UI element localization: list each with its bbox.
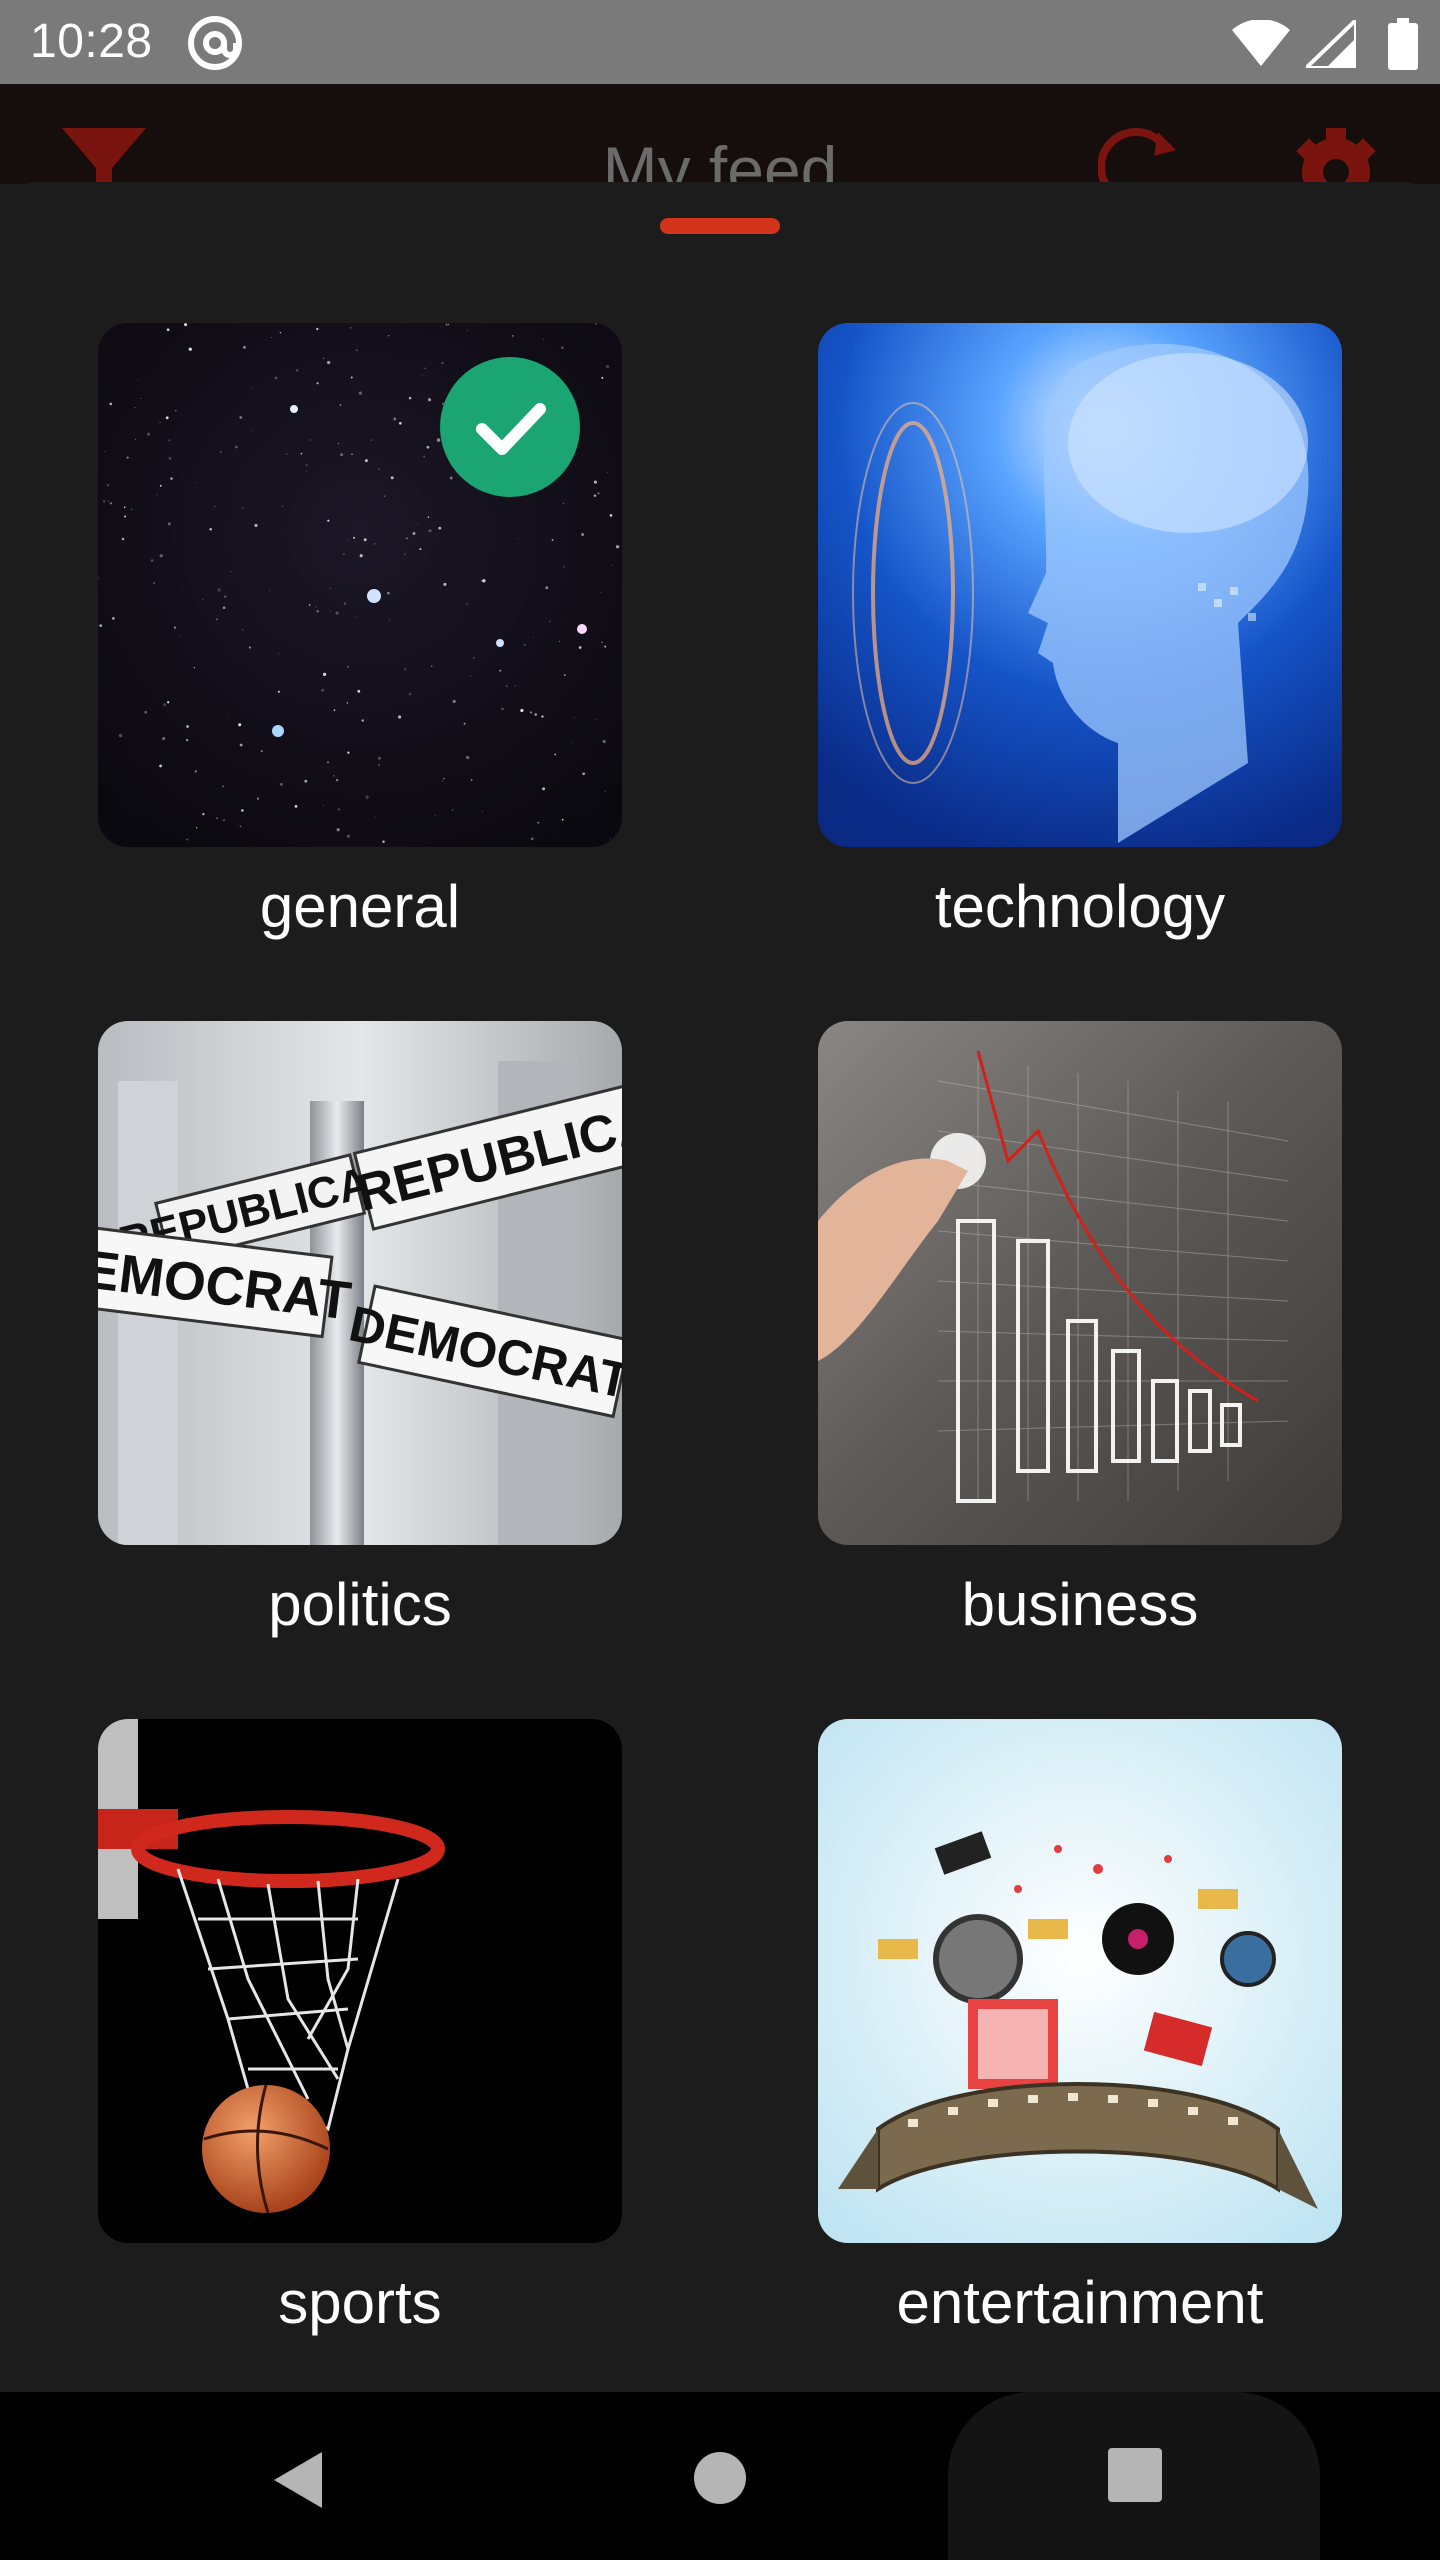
category-label-sports: sports	[278, 2269, 442, 2336]
recents-icon[interactable]	[1108, 2448, 1162, 2502]
app-header: My feed	[0, 84, 1440, 184]
settings-icon[interactable]	[1292, 128, 1380, 184]
category-card-general[interactable]	[98, 323, 622, 847]
status-time: 10:28	[30, 15, 153, 68]
politics-image: REPUBLICAN REPUBLICA DEMOCRAT DEMOCRAT	[98, 1021, 622, 1545]
drag-handle[interactable]	[660, 218, 780, 234]
battery-icon	[1388, 18, 1418, 70]
status-bar: 10:28	[0, 0, 1440, 84]
technology-image	[818, 323, 1342, 847]
category-card-business[interactable]	[818, 1021, 1342, 1545]
at-icon	[188, 16, 242, 70]
category-card-entertainment[interactable]	[818, 1719, 1342, 2243]
signal-icon	[1306, 20, 1356, 68]
category-card-politics[interactable]: REPUBLICAN REPUBLICA DEMOCRAT DEMOCRAT	[98, 1021, 622, 1545]
app-title: My feed	[602, 133, 838, 184]
category-label-entertainment: entertainment	[896, 2269, 1264, 2336]
wifi-icon	[1232, 20, 1290, 66]
entertainment-image	[818, 1719, 1342, 2243]
category-label-business: business	[961, 1571, 1199, 1638]
category-label-general: general	[259, 873, 461, 940]
home-icon[interactable]	[694, 2452, 746, 2504]
back-icon[interactable]	[270, 2450, 326, 2510]
refresh-icon[interactable]	[1098, 128, 1186, 184]
selected-check-icon	[440, 357, 580, 497]
category-card-technology[interactable]	[818, 323, 1342, 847]
category-label-technology: technology	[934, 873, 1226, 940]
business-image	[818, 1021, 1342, 1545]
category-card-sports[interactable]	[98, 1719, 622, 2243]
sports-image	[98, 1719, 622, 2243]
category-label-politics: politics	[268, 1571, 452, 1638]
category-sheet: general technology REPUBLICAN REPUBLICA …	[0, 182, 1440, 2392]
